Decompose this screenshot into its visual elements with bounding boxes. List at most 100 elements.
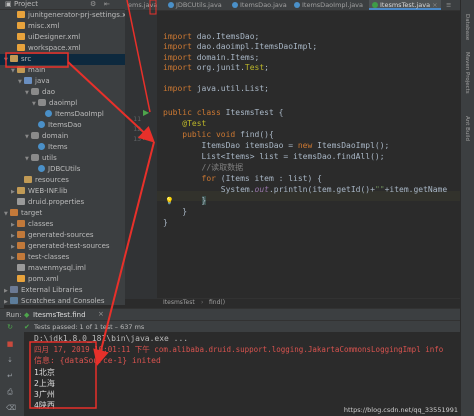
editor-tab-bar: ems.java JDBCUtils.java ItemsDao.java It… [125,0,460,11]
result-line: 1北京 [34,368,55,377]
tree-item-label: External Libraries [21,286,83,294]
tree-item-label: druid.properties [28,198,85,206]
project-folder-icon: ▣ [5,0,12,8]
tree-item[interactable]: ▼ java [0,76,143,87]
close-run-tab-icon[interactable]: × [98,310,104,318]
print-icon[interactable]: ⎙ [6,388,14,396]
folder-orange-icon [17,231,25,238]
tree-item-label: resources [35,176,69,184]
tree-item[interactable]: ▶ Scratches and Consoles [0,296,129,307]
tree-item-label: mavenmysql.iml [28,264,86,272]
line-number: 13 [133,135,141,143]
tree-item-label: generated-test-sources [28,242,110,250]
console-info-line: 信息: {dataSource-1} inited [34,356,161,365]
library-icon [10,286,18,293]
tree-item-label: test-classes [28,253,70,261]
tree-item[interactable]: ▶ WEB-INF.lib [0,186,136,197]
tab-itesmstest[interactable]: ItesmsTest.java × [369,0,441,10]
tree-item-label: pom.xml [28,275,59,283]
tree-item[interactable]: ▶ External Libraries [0,285,129,296]
code-line: List<Items> list = itemsDao.findAll(); [163,152,385,161]
run-test-icon[interactable]: ▶ [143,132,149,141]
tree-item-label: Items [48,143,68,151]
tree-item-label: workspace.xml [28,44,81,52]
tree-item[interactable]: workspace.xml [0,43,136,54]
tab-label: ems.java [128,1,158,9]
clear-console-icon[interactable]: ⌫ [6,404,16,412]
breadcrumb-method[interactable]: find() [209,299,225,306]
project-panel-title[interactable]: Project [14,0,38,8]
tree-item-label: dao [42,88,56,96]
source-folder-icon [24,77,32,84]
tree-item[interactable]: junitgenerator-prj-settings.x [0,10,136,21]
class-icon [294,2,300,8]
stop-icon[interactable]: ■ [6,340,14,348]
tab-ems[interactable]: ems.java [125,0,160,10]
tree-item[interactable]: misc.xml [0,21,136,32]
rerun-icon[interactable]: ↻ [6,323,14,331]
run-class-icon[interactable]: ▶ [143,108,149,117]
scroll-to-end-icon[interactable]: ⇣ [6,356,14,364]
xml-file-icon [17,11,25,18]
code-line: ItemsDao itemsDao = new ItemsDaoImpl(); [163,141,390,150]
package-icon [31,154,39,161]
tree-item-label: domain [42,132,69,140]
properties-file-icon [17,198,25,205]
run-label: Run: [6,311,22,319]
close-tab-icon[interactable]: × [432,1,437,9]
tab-jdbcutils[interactable]: JDBCUtils.java [165,0,225,10]
tab-label: ItemsDao.java [240,1,287,9]
tab-label: JDBCUtils.java [176,1,222,9]
ant-build-tool-tab[interactable]: Ant Build [464,116,470,141]
tree-item[interactable]: ▼ target [0,208,129,219]
run-tab-label[interactable]: ItesmsTest.find [33,311,86,319]
tree-item[interactable]: druid.properties [0,197,136,208]
settings-gear-icon[interactable]: ⚙ [90,0,96,8]
code-line: import domain.Items; [163,53,260,62]
soft-wrap-icon[interactable]: ↵ [6,372,14,380]
tree-item[interactable]: ▼ main [0,65,136,76]
breadcrumb-separator: › [201,299,204,306]
code-line: public class ItesmsTest { [163,108,284,117]
tree-item-label: ItemsDaoImpl [55,110,104,118]
folder-icon [17,66,25,73]
class-icon [168,2,174,8]
breadcrumb-class[interactable]: ItesmsTest [163,299,195,306]
scratch-icon [10,297,18,304]
code-line: import dao.daoimpl.ItemsDaoImpl; [163,42,318,51]
class-icon [232,2,238,8]
package-icon [31,88,39,95]
watermark: https://blog.csdn.net/qq_33551991 [343,406,458,414]
test-passed-icon: ✔ [24,323,30,331]
folder-icon [10,55,18,62]
folder-icon [24,176,32,183]
tree-item[interactable]: ▶ test-classes [0,252,136,263]
project-panel-header: ▣ Project ⚙ ⇤ [0,0,125,10]
class-icon [38,143,45,150]
database-tool-tab[interactable]: Database [464,14,470,40]
class-icon [38,121,45,128]
tree-item[interactable]: ▶ generated-test-sources [0,241,136,252]
tree-item[interactable]: ▼ src [0,54,129,65]
tab-overflow-icon[interactable]: ≡ [443,0,454,10]
tree-item[interactable]: resources [0,175,143,186]
tab-itemsdaoimpl[interactable]: ItemsDaoImpl.java [291,0,366,10]
tree-item[interactable]: uiDesigner.xml [0,32,136,43]
tab-label: ItemsDaoImpl.java [302,1,364,9]
xml-file-icon [17,44,25,51]
tree-item[interactable]: ▶ generated-sources [0,230,136,241]
tree-item[interactable]: ▶ classes [0,219,136,230]
tree-item-label: generated-sources [28,231,94,239]
console-output[interactable]: D:\jdk1.8.0_181\bin\java.exe ... 四月 17, … [24,332,460,416]
tree-item-label: classes [28,220,54,228]
tree-item[interactable]: pom.xml [0,274,136,285]
tree-item[interactable]: mavenmysql.iml [0,263,136,274]
iml-file-icon [17,264,25,271]
tab-label: ItesmsTest.java [380,1,431,9]
hide-panel-icon[interactable]: ⇤ [104,0,110,8]
maven-projects-tool-tab[interactable]: Maven Projects [464,52,470,94]
class-icon [38,165,45,172]
tab-itemsdao[interactable]: ItemsDao.java [229,0,290,10]
tree-item-label: main [28,66,46,74]
xml-file-icon [17,275,25,282]
